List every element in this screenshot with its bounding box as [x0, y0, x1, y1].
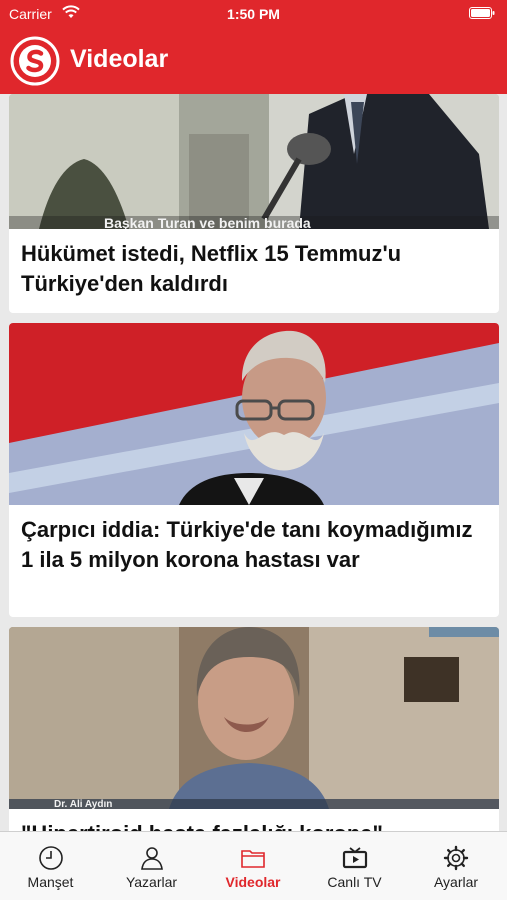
- tab-label: Yazarlar: [125, 874, 178, 890]
- tab-canli-tv[interactable]: Canlı TV: [304, 832, 405, 900]
- tab-bar: Manşet Yazarlar Videolar Canlı TV Ayarla…: [0, 831, 507, 900]
- clock-icon: [38, 846, 63, 870]
- gear-icon: [443, 845, 469, 871]
- tab-ayarlar[interactable]: Ayarlar: [405, 832, 507, 900]
- video-thumbnail[interactable]: [9, 323, 499, 505]
- tab-label: Manşet: [27, 874, 74, 890]
- article-headline[interactable]: Çarpıcı iddia: Türkiye'de tanı koymadığı…: [21, 515, 487, 575]
- folder-icon: [241, 850, 265, 868]
- video-card[interactable]: Çarpıcı iddia: Türkiye'de tanı koymadığı…: [9, 323, 499, 617]
- battery-icon: [469, 7, 495, 19]
- article-headline[interactable]: Hükümet istedi, Netflix 15 Temmuz'u Türk…: [21, 239, 487, 299]
- tab-yazarlar[interactable]: Yazarlar: [101, 832, 202, 900]
- video-card[interactable]: Dr. Ali Aydın "Hipertiroid hasta fazlalı…: [9, 627, 499, 831]
- video-caption: Dr. Ali Aydın: [54, 799, 112, 809]
- person-icon: [140, 847, 163, 870]
- video-thumbnail[interactable]: Başkan Turan ve benim burada: [9, 94, 499, 229]
- status-time: 1:50 PM: [227, 6, 280, 22]
- app-header: Carrier 1:50 PM Videolar: [0, 0, 507, 94]
- page-title: Videolar: [70, 45, 169, 73]
- video-feed[interactable]: Başkan Turan ve benim burada Hükümet ist…: [0, 94, 507, 831]
- status-bar: Carrier 1:50 PM: [0, 0, 507, 28]
- video-caption: Başkan Turan ve benim burada: [104, 215, 311, 229]
- s-logo-icon[interactable]: [10, 36, 60, 86]
- tab-label: Videolar: [225, 874, 281, 890]
- tab-manset[interactable]: Manşet: [0, 832, 101, 900]
- video-card[interactable]: Başkan Turan ve benim burada Hükümet ist…: [9, 94, 499, 313]
- tab-label: Canlı TV: [327, 874, 382, 890]
- video-thumbnail[interactable]: Dr. Ali Aydın: [9, 627, 499, 809]
- tab-label: Ayarlar: [433, 874, 479, 890]
- article-headline[interactable]: "Hipertiroid hasta fazlalığı korona": [21, 819, 487, 831]
- tv-icon: [342, 847, 367, 869]
- tab-videolar[interactable]: Videolar: [202, 832, 304, 900]
